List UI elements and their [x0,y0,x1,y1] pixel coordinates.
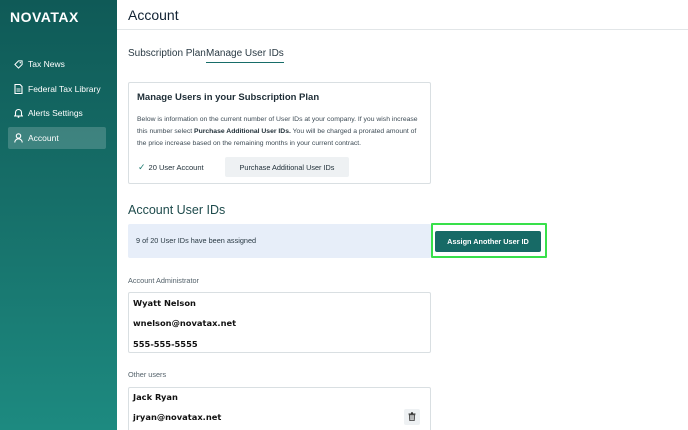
account-size-label: 20 User Account [148,163,204,172]
check-icon: ✓ [138,162,146,172]
admin-email: wnelson@novatax.net [133,318,237,328]
card-title: Manage Users in your Subscription Plan [137,92,320,103]
trash-icon [408,408,416,426]
sidebar-item-label: Federal Tax Library [28,84,101,94]
admin-label: Account Administrator [128,276,199,285]
description-bold: Purchase Additional User IDs. [194,128,291,135]
page-title: Account [128,7,179,23]
main-content: Account Subscription Plan Manage User ID… [117,0,688,430]
user-icon [13,133,23,143]
user-email: jryan@novatax.net [133,412,222,422]
manage-users-card: Manage Users in your Subscription Plan B… [128,82,431,184]
tag-icon [13,59,23,69]
sidebar-item-alerts-settings[interactable]: Alerts Settings [8,102,106,124]
admin-name: Wyatt Nelson [133,298,196,308]
sidebar-item-label: Alerts Settings [28,108,83,118]
other-users-label: Other users [128,370,167,379]
user-name: Jack Ryan [133,392,178,402]
assigned-info-bar: 9 of 20 User IDs have been assigned [128,224,431,258]
sidebar: NOVATAX Tax News Federal Tax Library Ale… [0,0,117,430]
document-icon [13,84,23,94]
user-card: Jack Ryan jryan@novatax.net [128,387,431,430]
delete-user-button[interactable] [404,409,420,425]
bell-icon [13,108,23,118]
account-size: ✓ 20 User Account [138,162,204,173]
sidebar-item-tax-news[interactable]: Tax News [8,53,106,75]
admin-phone: 555-555-5555 [133,339,198,349]
sidebar-item-account[interactable]: Account [8,127,106,149]
admin-card: Wyatt Nelson wnelson@novatax.net 555-555… [128,292,431,353]
card-description: Below is information on the current numb… [137,114,425,150]
assign-user-button[interactable]: Assign Another User ID [435,231,541,252]
app-logo[interactable]: NOVATAX [10,9,79,25]
sidebar-item-label: Tax News [28,59,65,69]
section-title: Account User IDs [128,203,226,217]
assigned-count: 9 of 20 User IDs have been assigned [136,236,257,245]
sidebar-item-label: Account [28,133,59,143]
divider [117,29,688,30]
purchase-additional-button[interactable]: Purchase Additional User IDs [225,157,349,177]
tab-manage-user-ids[interactable]: Manage User IDs [206,48,284,63]
sidebar-item-federal-tax-library[interactable]: Federal Tax Library [8,78,106,100]
tab-subscription-plan[interactable]: Subscription Plan [128,48,206,59]
